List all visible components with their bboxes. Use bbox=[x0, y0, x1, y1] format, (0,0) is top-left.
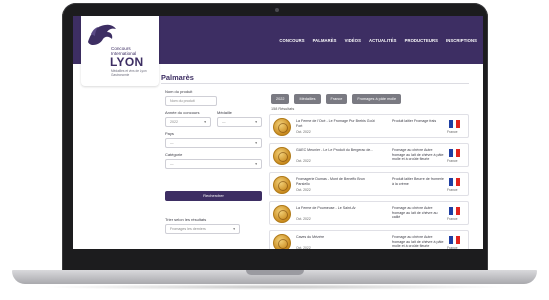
chevron-down-icon: ▾ bbox=[255, 141, 257, 145]
result-category: Fromage au chèvre Autre fromage au lait … bbox=[392, 148, 444, 162]
sort-select-value: Fromages les derniers bbox=[170, 227, 206, 231]
chip-category[interactable]: Fromages à pâte molle bbox=[352, 94, 402, 104]
main-nav: CONCOURS PALMARÈS VIDÉOS ACTUALITÉS PROD… bbox=[279, 38, 477, 43]
nav-concours[interactable]: CONCOURS bbox=[279, 38, 304, 43]
chip-medal[interactable]: Médailles bbox=[294, 94, 321, 104]
country-select[interactable]: — ▾ bbox=[165, 138, 262, 148]
product-label: Nom du produit bbox=[165, 89, 193, 94]
result-title: Fromagerie Dumas - Mont de Beneffo Brun … bbox=[296, 177, 365, 186]
title-divider bbox=[161, 83, 469, 84]
result-category: Produit laitier Fromage frais bbox=[392, 119, 437, 123]
result-date: Oct. 2022 bbox=[296, 159, 311, 163]
logo-city: LYON bbox=[110, 55, 144, 69]
search-button[interactable]: Rechercher bbox=[165, 191, 262, 201]
result-country: France bbox=[447, 217, 458, 221]
result-card[interactable]: Fromagerie Dumas - Mont de Beneffo Brun … bbox=[269, 172, 469, 196]
laptop-base-notch bbox=[246, 270, 304, 275]
product-search-placeholder: Nom du produit bbox=[170, 99, 195, 103]
result-title: Caves du Mézére bbox=[296, 235, 325, 239]
nav-inscriptions[interactable]: INSCRIPTIONS bbox=[446, 38, 477, 43]
site-logo[interactable]: Concours International LYON Médailles et… bbox=[81, 16, 159, 86]
chevron-down-icon: ▾ bbox=[255, 120, 257, 124]
nav-actualites[interactable]: ACTUALITÉS bbox=[369, 38, 397, 43]
laptop-screen: CONCOURS PALMARÈS VIDÉOS ACTUALITÉS PROD… bbox=[73, 16, 483, 266]
result-title: GAEC Meunier - Le Le Produit du Bergerac… bbox=[296, 148, 374, 152]
year-select-value: 2022 bbox=[170, 120, 178, 124]
webcam-icon bbox=[275, 8, 279, 12]
laptop-shadow bbox=[40, 284, 510, 290]
france-flag-icon bbox=[449, 149, 461, 157]
result-count: 158 Résultats bbox=[271, 107, 295, 111]
product-search-input[interactable]: Nom du produit bbox=[165, 96, 217, 106]
medal-icon bbox=[273, 176, 291, 194]
result-title: La Ferme de Poumeuse - Le Saint-Ar bbox=[296, 206, 356, 210]
france-flag-icon bbox=[449, 178, 461, 186]
medal-select[interactable]: — ▾ bbox=[217, 117, 262, 127]
chevron-down-icon: ▾ bbox=[255, 162, 257, 166]
result-country: France bbox=[447, 130, 458, 134]
chevron-down-icon: ▾ bbox=[204, 120, 206, 124]
result-category: Fromage au chèvre Autre fromage au lait … bbox=[392, 235, 444, 249]
result-country: France bbox=[447, 159, 458, 163]
result-date: Oct. 2022 bbox=[296, 188, 311, 192]
chip-country[interactable]: France bbox=[325, 94, 348, 104]
medal-icon bbox=[273, 147, 291, 165]
result-card[interactable]: La Ferme de l'Océ - Le Fromage Pur Brebi… bbox=[269, 114, 469, 138]
medal-label: Médaille bbox=[217, 110, 232, 115]
chip-year[interactable]: 2022 bbox=[271, 94, 290, 104]
year-label: Année du concours bbox=[165, 110, 200, 115]
result-category: Fromage au chèvre Autre fromage au lait … bbox=[392, 206, 438, 220]
sort-label: Trier selon les résultats bbox=[165, 217, 207, 222]
nav-palmares[interactable]: PALMARÈS bbox=[313, 38, 337, 43]
france-flag-icon bbox=[449, 207, 461, 215]
nav-videos[interactable]: VIDÉOS bbox=[345, 38, 361, 43]
medal-select-value: — bbox=[222, 120, 226, 124]
page-title: Palmarès bbox=[161, 73, 194, 82]
logo-tagline: Médailles et vins de Lyon Gastronomie bbox=[111, 69, 147, 77]
category-select-value: — bbox=[170, 162, 174, 166]
active-filter-chips: 2022 Médailles France Fromages à pâte mo… bbox=[271, 94, 402, 104]
chevron-down-icon: ▾ bbox=[233, 227, 235, 231]
result-title: La Ferme de l'Océ - Le Fromage Pur Brebi… bbox=[296, 119, 375, 128]
result-date: Oct. 2022 bbox=[296, 130, 311, 134]
category-label: Catégorie bbox=[165, 152, 183, 157]
result-card[interactable]: GAEC Meunier - Le Le Produit du Bergerac… bbox=[269, 143, 469, 167]
result-category: Produit laitier Beurre de fromerie à la … bbox=[392, 177, 444, 186]
france-flag-icon bbox=[449, 120, 461, 128]
france-flag-icon bbox=[449, 236, 461, 244]
sort-select[interactable]: Fromages les derniers ▾ bbox=[165, 224, 240, 234]
year-select[interactable]: 2022 ▾ bbox=[165, 117, 211, 127]
category-select[interactable]: — ▾ bbox=[165, 159, 262, 169]
country-select-value: — bbox=[170, 141, 174, 145]
result-date: Oct. 2022 bbox=[296, 217, 311, 221]
screen-bezel-bottom bbox=[73, 249, 483, 266]
result-country: France bbox=[447, 188, 458, 192]
nav-producteurs[interactable]: PRODUCTEURS bbox=[405, 38, 438, 43]
medal-icon bbox=[273, 118, 291, 136]
result-card[interactable]: La Ferme de Poumeuse - Le Saint-Ar Oct. … bbox=[269, 201, 469, 225]
country-label: Pays bbox=[165, 131, 174, 136]
medal-icon bbox=[273, 205, 291, 223]
